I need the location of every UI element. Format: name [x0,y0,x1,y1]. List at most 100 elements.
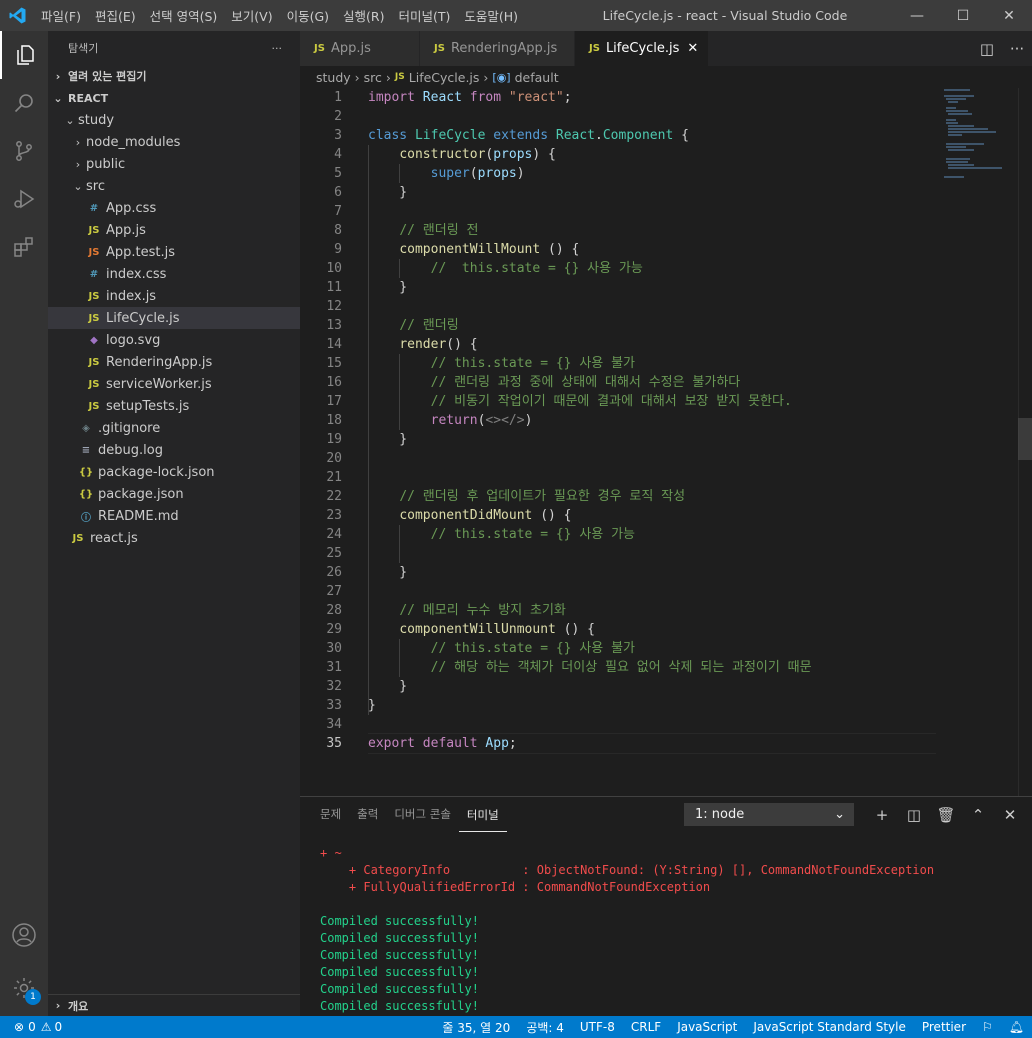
minimap[interactable] [940,88,1020,178]
editor-scrollbar[interactable] [1018,88,1032,796]
maximize-icon[interactable]: ⌃ [962,803,994,826]
maximize-window-icon[interactable]: ☐ [940,0,986,31]
panel-tab[interactable]: 터미널 [458,798,507,832]
error-count[interactable]: 0 [28,1020,36,1034]
scrollbar-thumb[interactable] [1018,418,1032,460]
account-icon[interactable] [0,911,48,959]
tree-file[interactable]: JS RenderingApp.js [48,351,300,373]
tree-folder[interactable]: › node_modules [48,131,300,153]
panel-tab[interactable]: 문제 [312,797,349,832]
outline-section[interactable]: › 개요 [48,994,300,1016]
line-number: 18 [326,413,342,428]
code-token: // 랜더링 과정 중에 상태에 대해서 수정은 불가하다 [430,375,741,390]
tree-file[interactable]: JS react.js [48,527,300,549]
tree-folder[interactable]: › public [48,153,300,175]
cursor-position[interactable]: 줄 35, 열 20 [434,1019,518,1036]
open-editors-section[interactable]: › 열려 있는 편집기 [48,65,300,87]
menu-item[interactable]: 파일(F) [34,6,88,25]
more-actions-icon[interactable]: ··· [272,42,283,55]
warning-icon[interactable]: ⚠ [36,1020,55,1034]
tree-file[interactable]: ≡ debug.log [48,439,300,461]
panel-tabs: 문제 출력 디버그 콘솔 터미널 [300,797,507,832]
breadcrumb-item[interactable]: src [364,70,382,85]
breadcrumb-item[interactable]: LifeCycle.js [409,70,480,85]
menu-item[interactable]: 선택 영역(S) [143,6,225,25]
split-terminal-icon[interactable]: ◫ [898,803,930,826]
window-title: LifeCycle.js - react - Visual Studio Cod… [602,8,848,23]
search-icon[interactable] [0,79,48,127]
live-share-icon[interactable]: ⚐ [974,1020,1001,1034]
tree-file[interactable]: JS index.js [48,285,300,307]
more-actions-icon[interactable]: ··· [1002,40,1032,58]
tree-file[interactable]: JS setupTests.js [48,395,300,417]
tree-file[interactable]: JS serviceWorker.js [48,373,300,395]
tree-folder[interactable]: ⌄ study [48,109,300,131]
tree-file[interactable]: {} package.json [48,483,300,505]
encoding[interactable]: UTF-8 [572,1020,623,1034]
code-text: // 메모리 누수 방지 초기화 [368,601,566,620]
menu-item[interactable]: 터미널(T) [392,6,458,25]
language-mode[interactable]: JavaScript [669,1020,745,1034]
notifications-bell-icon[interactable]: 🔔︎ [1001,1020,1032,1034]
project-section[interactable]: ⌄ REACT [48,87,300,109]
code-token: () { [540,242,580,257]
panel-tab[interactable]: 디버그 콘솔 [386,797,459,832]
tree-folder[interactable]: ⌄ src [48,175,300,197]
formatter-status[interactable]: Prettier [914,1020,974,1034]
editor-tab[interactable]: JS App.js [300,31,420,66]
extensions-icon[interactable] [0,223,48,271]
breadcrumb-item[interactable]: default [515,70,559,85]
editor-tab[interactable]: JS RenderingApp.js [420,31,575,66]
tree-item-label: LifeCycle.js [106,310,180,326]
menu-item[interactable]: 실행(R) [336,6,391,25]
settings-gear-icon[interactable]: 1 [0,964,48,1012]
terminal-select[interactable]: 1: node ⌄ [684,803,854,826]
tree-file[interactable]: JS App.test.js [48,241,300,263]
tree-file[interactable]: JS LifeCycle.js [48,307,300,329]
line-number: 28 [326,603,342,618]
code-editor[interactable]: 1 import React from "react"; 2 3 class LifeC… [300,88,1032,796]
editor-tab[interactable]: JS LifeCycle.js ✕ [575,31,710,66]
code-text: // this.state = {} 사용 가능 [368,525,635,544]
menu-item[interactable]: 이동(G) [280,6,336,25]
tree-file[interactable]: ◆ logo.svg [48,329,300,351]
terminal-line: + CategoryInfo : ObjectNotFound: (Y:Stri… [320,863,935,877]
split-editor-icon[interactable]: ◫ [972,40,1002,58]
chevron-right-icon: › [483,69,489,85]
close-panel-icon[interactable]: ✕ [994,803,1026,826]
tree-file[interactable]: {} package-lock.json [48,461,300,483]
warning-count[interactable]: 0 [54,1020,62,1034]
add-terminal-icon[interactable]: + [866,803,898,826]
files-icon[interactable] [0,31,48,79]
panel-tab[interactable]: 출력 [349,797,386,832]
menu-item[interactable]: 편집(E) [88,6,143,25]
error-icon[interactable]: ⊗ [0,1020,28,1034]
linter-status[interactable]: JavaScript Standard Style [745,1020,914,1034]
breadcrumb-item[interactable]: study [316,70,351,85]
menu-item[interactable]: 도움말(H) [457,6,525,25]
end-of-line[interactable]: CRLF [623,1020,669,1034]
chevron-down-icon: ⌄ [65,113,75,127]
source-control-icon[interactable] [0,127,48,175]
menu-item[interactable]: 보기(V) [224,6,279,25]
close-window-icon[interactable]: ✕ [986,0,1032,31]
code-token: default [422,736,478,751]
chevron-down-icon: ⌄ [53,91,63,105]
tree-file[interactable]: ⓘ README.md [48,505,300,527]
tree-file[interactable]: ◈ .gitignore [48,417,300,439]
line-number: 33 [326,698,342,713]
tree-file[interactable]: # App.css [48,197,300,219]
run-debug-icon[interactable] [0,175,48,223]
close-tab-icon[interactable]: ✕ [687,41,698,56]
tree-file[interactable]: JS App.js [48,219,300,241]
terminal-output[interactable]: + ~ + CategoryInfo : ObjectNotFound: (Y:… [320,845,934,1015]
trash-icon[interactable]: 🗑 [930,803,962,826]
minimize-icon[interactable]: — [894,0,940,31]
indentation[interactable]: 공백: 4 [518,1019,572,1036]
tree-file[interactable]: # index.css [48,263,300,285]
